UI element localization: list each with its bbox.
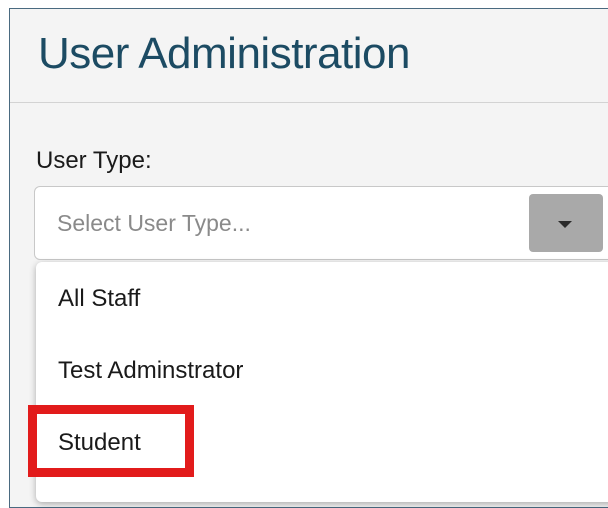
user-type-label: User Type: [36,147,152,174]
user-type-placeholder: Select User Type... [57,210,251,236]
option-test-administrator[interactable]: Test Adminstrator [58,356,243,386]
title-divider [10,102,608,103]
page-title: User Administration [38,29,410,78]
user-type-select[interactable]: Select User Type... [34,186,608,260]
dropdown-toggle-button[interactable] [529,194,603,252]
option-student[interactable]: Student [58,428,141,458]
chevron-down-icon [558,221,572,228]
option-all-staff[interactable]: All Staff [58,284,140,314]
user-type-dropdown-menu: All Staff Test Adminstrator Student [36,262,608,502]
